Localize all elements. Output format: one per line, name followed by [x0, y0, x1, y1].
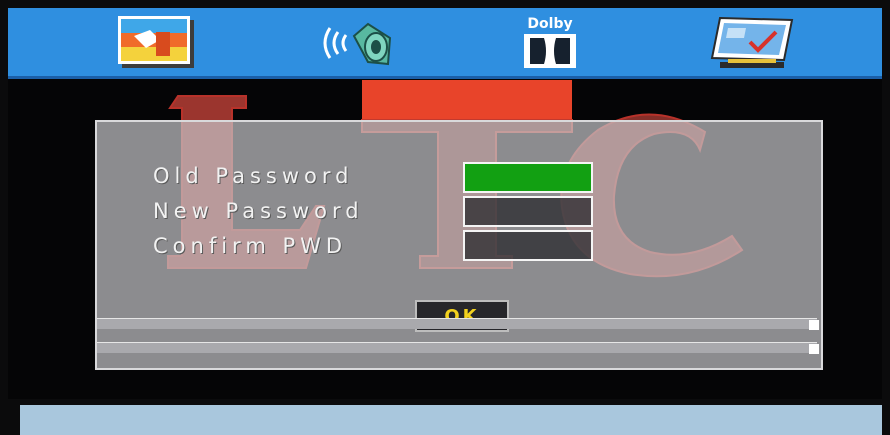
new-password-field[interactable] [463, 196, 593, 227]
divider [97, 318, 817, 329]
confirm-pwd-field[interactable] [463, 230, 593, 261]
picture-settings-icon[interactable] [116, 14, 204, 72]
new-password-label: New Password [153, 199, 364, 223]
dolby-text: Dolby [527, 16, 572, 32]
scroll-marker [809, 344, 819, 354]
top-menu-bar: Dolby [8, 8, 882, 79]
password-dialog: Old Password New Password Confirm PWD OK [95, 120, 823, 370]
bottom-info-bar [20, 405, 882, 435]
dolby-icon[interactable]: Dolby [510, 14, 590, 72]
audio-speaker-icon[interactable] [316, 14, 406, 72]
old-password-label: Old Password [153, 164, 354, 188]
divider [97, 342, 817, 353]
old-password-field[interactable] [463, 162, 593, 193]
preferences-icon[interactable] [698, 14, 798, 72]
confirm-pwd-label: Confirm PWD [153, 234, 348, 258]
scroll-marker [809, 320, 819, 330]
